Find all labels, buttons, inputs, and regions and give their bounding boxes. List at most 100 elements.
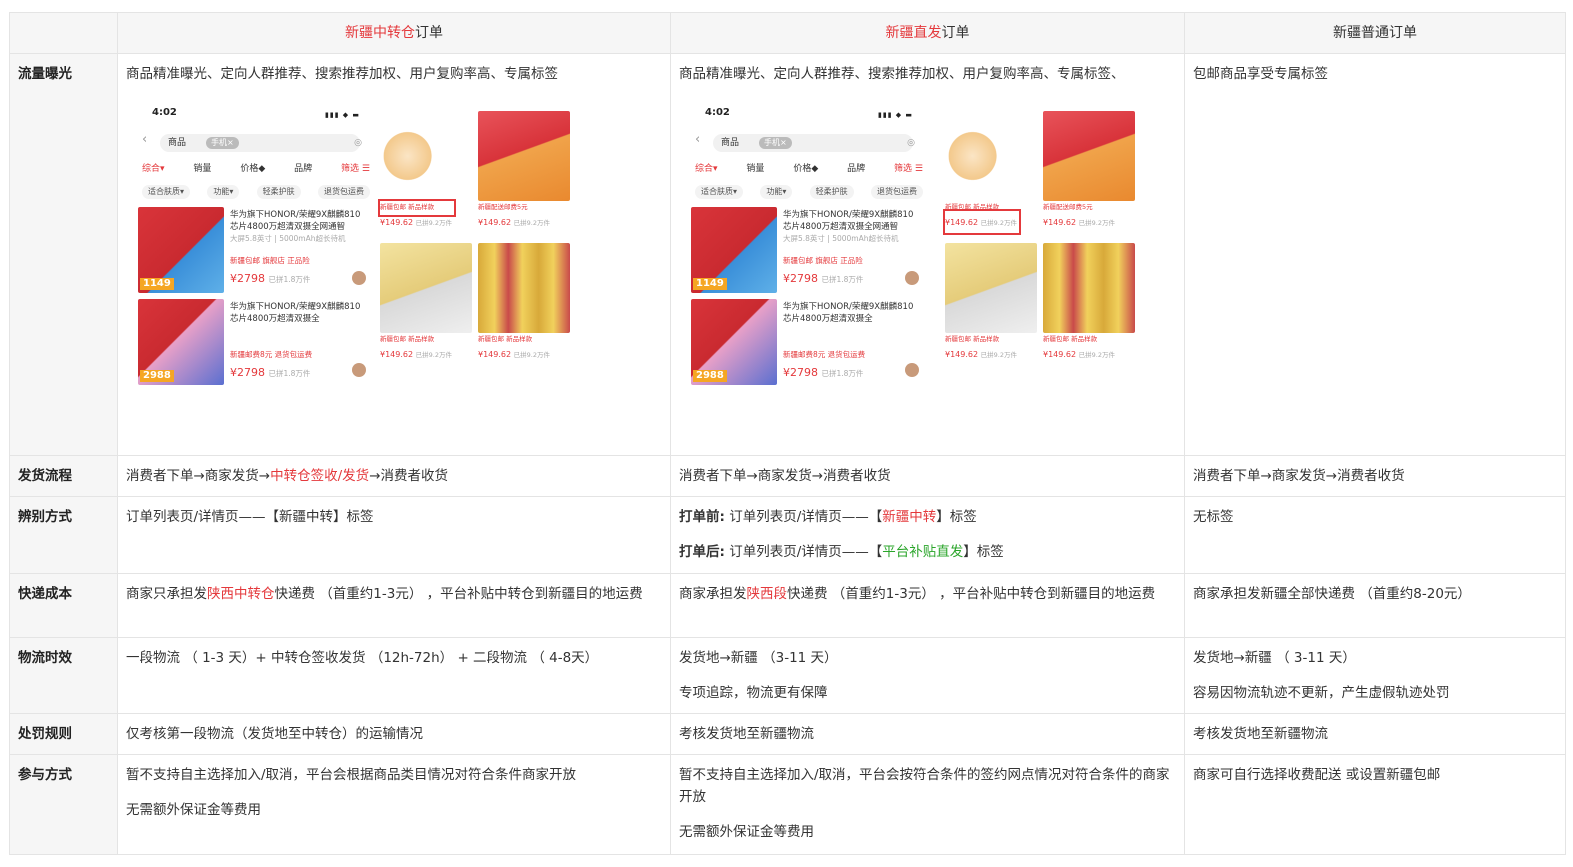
thumb-price: 2988 [140, 370, 174, 382]
cell: 一段物流 （ 1-3 天）+ 中转仓签收发货 （12h-72h） + 二段物流 … [117, 637, 671, 714]
product-price: ¥2798 已拼1.8万件 [783, 366, 864, 379]
cell: 商家只承担发陕西中转仓快递费 （首重约1-3元） ，平台补贴中转仓到新疆目的地运… [117, 573, 671, 638]
filter-chip: 功能▾ [207, 185, 240, 199]
cell: 商品精准曝光、定向人群推荐、搜索推荐加权、用户复购率高、专属标签、 4:02 ▮… [670, 53, 1185, 456]
cell: 订单列表页/详情页——【新疆中转】标签 [117, 496, 671, 574]
avatar [905, 363, 919, 377]
sort-item: 价格◆ [793, 164, 819, 174]
product-info: 华为旗下HONOR/荣耀9X麒麟810芯片4800万超清双摄全网通智 大屏5.8… [783, 209, 921, 286]
product-price: ¥2798 已拼1.8万件 [230, 366, 311, 379]
cell-text: 商品精准曝光、定向人群推荐、搜索推荐加权、用户复购率高、专属标签、 [679, 66, 1125, 82]
screenshot-pair: 4:02 ▮▮▮ ◆ ▬ ‹ 商品 手机× ◎ 综合▾ 销量 价格◆ 品牌 筛选… [126, 103, 662, 443]
row-label: 参与方式 [9, 754, 118, 855]
row-penalty: 处罚规则 仅考核第一段物流（发货地至中转仓）的运输情况 考核发货地至新疆物流 考… [9, 713, 1566, 755]
product-item: 2988 华为旗下HONOR/荣耀9X麒麟810芯片4800万超清双摄全 新疆邮… [138, 299, 370, 385]
cell: 消费者下单→商家发货→消费者收货 [1184, 455, 1566, 497]
product-image [478, 243, 570, 333]
row-label: 辨别方式 [9, 496, 118, 574]
grid-price: ¥149.62 已拼9.2万件 [1043, 218, 1115, 227]
search-category: 商品 [168, 138, 187, 148]
back-icon: ‹ [142, 132, 148, 147]
header-row: 新疆中转仓订单 新疆直发订单 新疆普通订单 [9, 12, 1566, 54]
signal-icon: ▮▮▮ ◆ ▬ [324, 111, 360, 119]
product-image [380, 243, 472, 333]
filter-chip: 功能▾ [760, 185, 793, 199]
back-icon: ‹ [695, 132, 701, 147]
cell-text: 商品精准曝光、定向人群推荐、搜索推荐加权、用户复购率高、专属标签 [126, 66, 558, 82]
sort-item: 品牌 [847, 164, 866, 174]
product-sub: 大屏5.8英寸 | 5000mAh超长待机 [783, 234, 899, 243]
camera-icon: ◎ [354, 138, 362, 148]
row-cost: 快递成本 商家只承担发陕西中转仓快递费 （首重约1-3元） ，平台补贴中转仓到新… [9, 573, 1566, 638]
row-label: 发货流程 [9, 455, 118, 497]
row-label: 物流时效 [9, 637, 118, 714]
search-category: 商品 [721, 138, 740, 148]
sort-item: 筛选 ☰ [341, 164, 370, 174]
camera-icon: ◎ [907, 138, 915, 148]
grid-caption: 新疆包邮 新品样款 [478, 335, 533, 343]
grid-product: 新疆配送邮费5元 ¥149.62 已拼9.2万件 [1043, 111, 1135, 234]
cell: 暂不支持自主选择加入/取消，平台会按符合条件的签约网点情况对符合条件的商家开放无… [670, 754, 1185, 855]
product-title: 华为旗下HONOR/荣耀9X麒麟810芯片4800万超清双摄全 [230, 302, 361, 324]
grid-product: 新疆包邮 新品样款 ¥149.62 已拼9.2万件 [478, 243, 570, 366]
search-chip: 手机× [206, 137, 239, 149]
grid-caption: 新疆包邮 新品样款 [1043, 335, 1098, 343]
product-image [1043, 111, 1135, 201]
grid-caption: 新疆配送邮费5元 [478, 203, 528, 211]
product-tags: 新疆邮费8元 退货包运费 [783, 350, 866, 359]
status-time: 4:02 [705, 107, 730, 118]
row-label: 流量曝光 [9, 53, 118, 456]
row-join: 参与方式 暂不支持自主选择加入/取消，平台会根据商品类目情况对符合条件商家开放无… [9, 754, 1566, 855]
cell: 考核发货地至新疆物流 [670, 713, 1185, 755]
sort-item: 品牌 [294, 164, 313, 174]
thumb-price: 1149 [140, 278, 174, 290]
cell: 发货地→新疆 （3-11 天） 专项追踪，物流更有保障 [670, 637, 1185, 714]
thumb-price: 2988 [693, 370, 727, 382]
product-thumbnail: 2988 [138, 299, 224, 385]
col-header-normal: 新疆普通订单 [1184, 12, 1566, 54]
product-info: 华为旗下HONOR/荣耀9X麒麟810芯片4800万超清双摄全 新疆邮费8元 退… [230, 301, 368, 380]
cell: 仅考核第一段物流（发货地至中转仓）的运输情况 [117, 713, 671, 755]
product-price: ¥2798 已拼1.8万件 [783, 272, 864, 285]
product-info: 华为旗下HONOR/荣耀9X麒麟810芯片4800万超清双摄全网通智 大屏5.8… [230, 209, 368, 286]
filter-chip: 适合肤质▾ [142, 185, 191, 199]
search-chip: 手机× [759, 137, 792, 149]
grid-price: ¥149.62 已拼9.2万件 [1043, 350, 1115, 359]
sort-item: 销量 [193, 164, 212, 174]
sort-bar: 综合▾ 销量 价格◆ 品牌 筛选 ☰ [695, 163, 923, 175]
sort-item: 销量 [746, 164, 765, 174]
sort-item: 筛选 ☰ [894, 164, 923, 174]
grid-caption: 新疆包邮 新品样款 [380, 335, 435, 343]
corner-cell [9, 12, 118, 54]
product-sub: 大屏5.8英寸 | 5000mAh超长待机 [230, 234, 346, 243]
product-title: 华为旗下HONOR/荣耀9X麒麟810芯片4800万超清双摄全网通智 [230, 210, 361, 232]
grid-caption: 新疆配送邮费5元 [1043, 203, 1093, 211]
product-thumbnail: 2988 [691, 299, 777, 385]
cell: 暂不支持自主选择加入/取消，平台会根据商品类目情况对符合条件商家开放 无需额外保证… [117, 754, 671, 855]
cell: 商品精准曝光、定向人群推荐、搜索推荐加权、用户复购率高、专属标签 4:02 ▮▮… [117, 53, 671, 456]
search-bar [713, 134, 913, 152]
product-title: 华为旗下HONOR/荣耀9X麒麟810芯片4800万超清双摄全 [783, 302, 914, 324]
grid-price: ¥149.62 已拼9.2万件 [945, 350, 1017, 359]
filter-chip: 轻柔护肤 [809, 185, 854, 199]
highlight-box [378, 199, 456, 217]
grid-product: 新疆包邮 新品样款 ¥149.62 已拼9.2万件 [1043, 243, 1135, 366]
product-image [380, 111, 472, 201]
cell: 消费者下单→商家发货→消费者收货 [670, 455, 1185, 497]
row-exposure: 流量曝光 商品精准曝光、定向人群推荐、搜索推荐加权、用户复购率高、专属标签 4:… [9, 53, 1566, 456]
product-image [945, 111, 1037, 201]
avatar [352, 271, 366, 285]
filter-chip: 退货包运费 [317, 185, 370, 199]
grid-product: 新疆配送邮费5元 ¥149.62 已拼9.2万件 [478, 111, 570, 234]
grid-product: 新疆包邮 新品样款 ¥149.62 已拼9.2万件 [945, 243, 1037, 366]
phone-search-mockup: 4:02 ▮▮▮ ◆ ▬ ‹ 商品 手机× ◎ 综合▾ 销量 价格◆ 品牌 筛选… [685, 103, 927, 403]
row-timing: 物流时效 一段物流 （ 1-3 天）+ 中转仓签收发货 （12h-72h） + … [9, 637, 1566, 714]
filter-chip: 退货包运费 [870, 185, 923, 199]
grid-price: ¥149.62 已拼9.2万件 [478, 218, 550, 227]
search-bar [160, 134, 360, 152]
grid-price: ¥149.62 已拼9.2万件 [380, 350, 452, 359]
cell: 无标签 [1184, 496, 1566, 574]
sort-bar: 综合▾ 销量 价格◆ 品牌 筛选 ☰ [142, 163, 370, 175]
product-grid-mockup: 新疆包邮 新品样款 ¥149.62 已拼9.2万件 新疆配送邮费5元 ¥149.62… [378, 111, 580, 373]
cell: 打单前: 订单列表页/详情页——【新疆中转】标签 打单后: 订单列表页/详情页—… [670, 496, 1185, 574]
